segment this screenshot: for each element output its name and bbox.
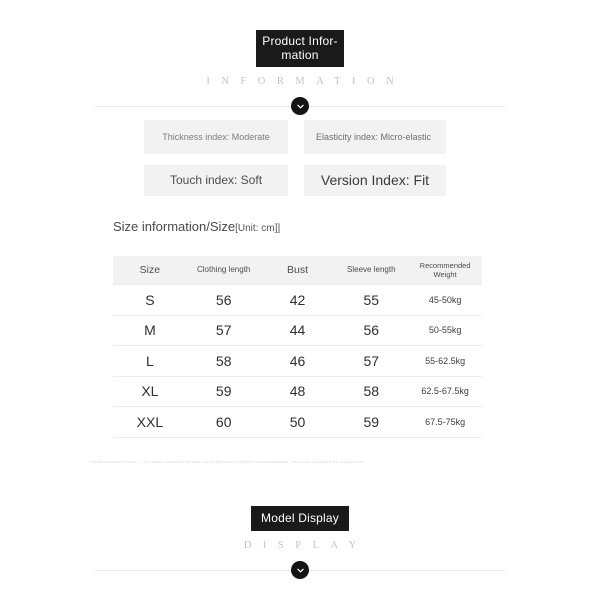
column-header-size: Size	[139, 264, 161, 276]
cell-sleeve-length: 55	[334, 284, 409, 316]
cell-recommended-weight: 45-50kg	[408, 284, 482, 316]
cell-bust: 48	[260, 376, 335, 407]
cell-size: S	[113, 284, 187, 316]
cell-sleeve-length: 59	[334, 406, 409, 438]
table-row: XXL 60 50 59 67.5-75kg	[113, 406, 482, 438]
column-header-clothing-length: Clothing length	[197, 265, 251, 275]
size-information-heading: Size information/Size[Unit: cm]]	[113, 218, 280, 236]
cell-bust: 42	[260, 284, 335, 316]
attribute-label-touch: Touch index: Soft	[169, 173, 263, 187]
table-row: L 58 46 57 55-62.5kg	[113, 345, 482, 377]
attribute-label-thickness: Thickness index: Moderate	[162, 132, 270, 142]
cell-bust: 44	[260, 315, 335, 346]
attribute-box-touch: Touch index: Soft	[144, 165, 288, 196]
attribute-label-version: Version Index: Fit	[320, 172, 430, 188]
model-display-banner: Model Display DISPLAY	[0, 506, 600, 579]
product-information-title: Product Infor-mation	[256, 30, 344, 67]
cell-size: M	[113, 315, 187, 346]
size-table-header: Size Clothing length Bust Sleeve length …	[113, 256, 482, 285]
cell-sleeve-length: 58	[334, 376, 409, 407]
attribute-box-elasticity: Elasticity index: Micro-elastic	[304, 120, 446, 154]
measurement-disclaimer: * Manual measurement error 1 ~ 3cm pleas…	[88, 460, 365, 464]
cell-recommended-weight: 50-55kg	[408, 315, 482, 346]
chevron-down-icon[interactable]	[291, 97, 309, 115]
attribute-label-elasticity: Elasticity index: Micro-elastic	[316, 132, 432, 142]
product-information-subtitle: INFORMATION	[206, 76, 406, 87]
top-divider	[0, 97, 600, 115]
column-header-recommended-weight: Recommended Weight	[419, 261, 471, 279]
cell-recommended-weight: 55-62.5kg	[408, 345, 482, 377]
cell-bust: 46	[260, 345, 335, 377]
cell-clothing-length: 59	[186, 376, 261, 407]
chevron-down-icon[interactable]	[291, 561, 309, 579]
attribute-box-thickness: Thickness index: Moderate	[144, 120, 288, 154]
cell-size: XXL	[113, 406, 187, 438]
cell-clothing-length: 58	[186, 345, 261, 377]
table-row: M 57 44 56 50-55kg	[113, 315, 482, 346]
table-header-row: Size Clothing length Bust Sleeve length …	[113, 256, 482, 285]
size-table-body: S 56 42 55 45-50kg M 57 44 56 50-55kg L …	[113, 284, 482, 438]
table-row: S 56 42 55 45-50kg	[113, 284, 482, 316]
cell-size: L	[113, 345, 187, 377]
product-information-banner: Product Infor-mation INFORMATION	[0, 30, 600, 115]
cell-clothing-length: 57	[186, 315, 261, 346]
model-display-title: Model Display	[251, 506, 349, 531]
column-header-sleeve-length: Sleeve length	[347, 265, 396, 275]
size-information-heading-unit: [Unit: cm]]	[235, 223, 281, 234]
attribute-box-version: Version Index: Fit	[304, 165, 446, 196]
cell-recommended-weight: 62.5-67.5kg	[408, 376, 482, 407]
cell-size: XL	[113, 376, 187, 407]
model-display-subtitle: DISPLAY	[243, 540, 368, 551]
cell-clothing-length: 60	[186, 406, 261, 438]
cell-clothing-length: 56	[186, 284, 261, 316]
cell-recommended-weight: 67.5-75kg	[408, 406, 482, 438]
cell-bust: 50	[260, 406, 335, 438]
size-information-heading-main: Size information/Size	[113, 219, 236, 234]
column-header-bust: Bust	[286, 264, 308, 276]
cell-sleeve-length: 57	[334, 345, 409, 377]
table-row: XL 59 48 58 62.5-67.5kg	[113, 376, 482, 407]
cell-sleeve-length: 56	[334, 315, 409, 346]
size-table: Size Clothing length Bust Sleeve length …	[113, 256, 482, 438]
bottom-divider	[0, 561, 600, 579]
